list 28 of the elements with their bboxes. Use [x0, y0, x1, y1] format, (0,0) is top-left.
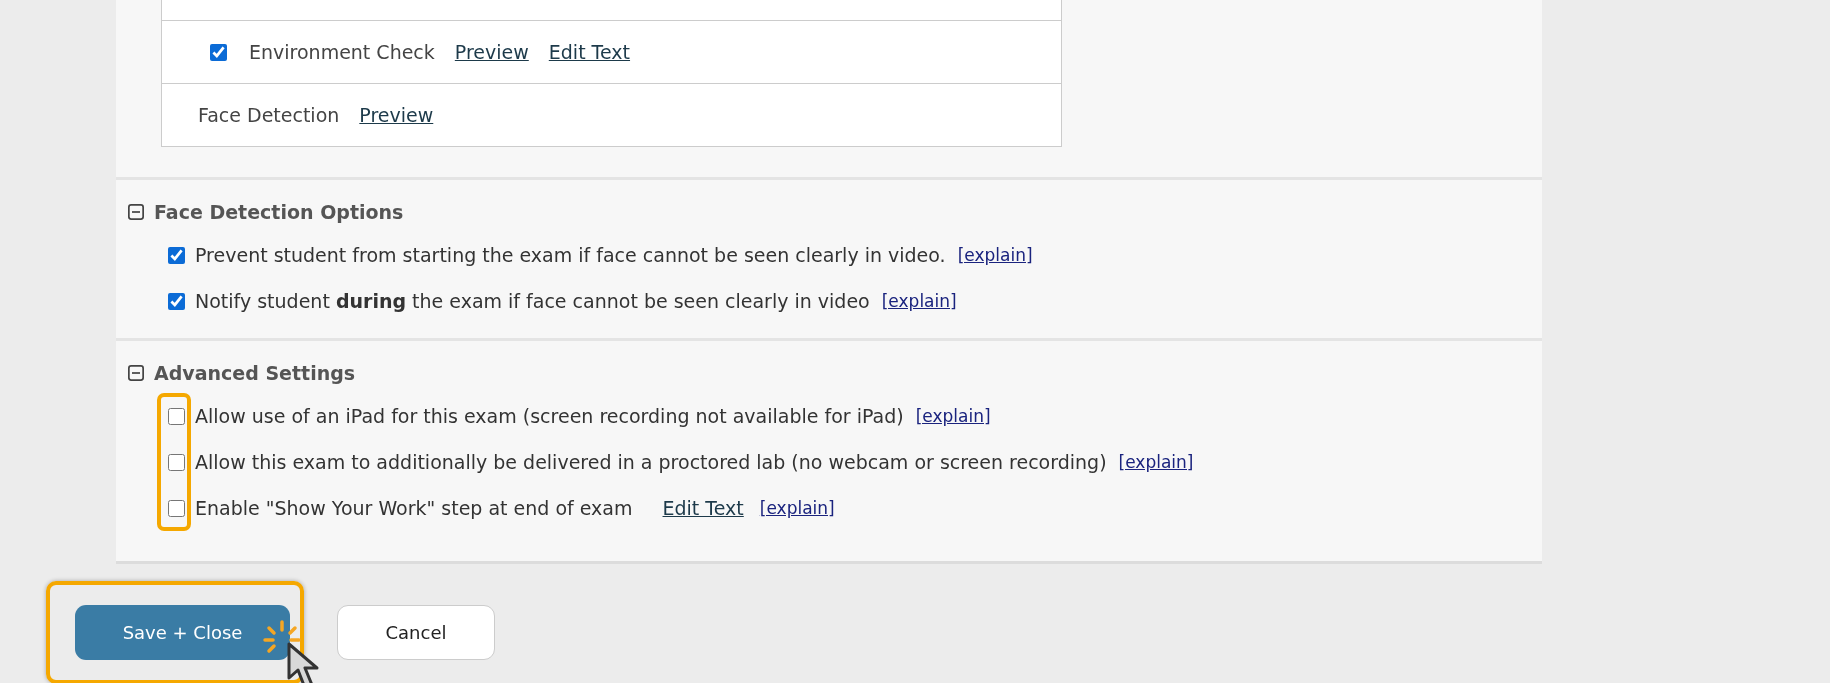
- explain-link[interactable]: [explain]: [957, 245, 1033, 265]
- checkbox[interactable]: [168, 292, 185, 310]
- option-label: Prevent student from starting the exam if face cannot be seen clearly in video.: [195, 244, 946, 266]
- text-link[interactable]: Preview: [359, 104, 434, 126]
- explain-link[interactable]: [explain]: [759, 498, 835, 518]
- option-label: Enable "Show Your Work" step at end of exam: [195, 497, 633, 519]
- section-title: Advanced Settings: [154, 362, 356, 384]
- cancel-button[interactable]: Cancel: [337, 605, 495, 660]
- checkbox[interactable]: [168, 453, 185, 471]
- text-link[interactable]: Preview: [454, 41, 529, 63]
- explain-link[interactable]: [explain]: [915, 406, 991, 426]
- option-label: Notify student during the exam if face cannot be seen clearly in video: [195, 290, 870, 312]
- save-button[interactable]: Save + Close: [75, 605, 290, 660]
- option-label: Allow use of an iPad for this exam (screen recording not available for iPad): [195, 405, 904, 427]
- check-label: Environment Check: [249, 41, 435, 63]
- option-label: Allow this exam to additionally be delivered in a proctored lab (no webcam or screen recording): [195, 451, 1107, 473]
- checkbox[interactable]: [210, 43, 227, 61]
- checkbox[interactable]: [168, 246, 185, 264]
- explain-link[interactable]: [explain]: [881, 291, 957, 311]
- explain-link[interactable]: [explain]: [1118, 452, 1194, 472]
- checkbox[interactable]: [168, 499, 185, 517]
- collapse-icon[interactable]: [128, 365, 144, 381]
- edit-text-link[interactable]: Edit Text: [662, 497, 744, 519]
- collapse-icon[interactable]: [128, 204, 144, 220]
- section-title: Face Detection Options: [154, 201, 404, 223]
- text-link[interactable]: Edit Text: [548, 41, 631, 63]
- checkbox[interactable]: [168, 407, 185, 425]
- check-label: Face Detection: [198, 104, 340, 126]
